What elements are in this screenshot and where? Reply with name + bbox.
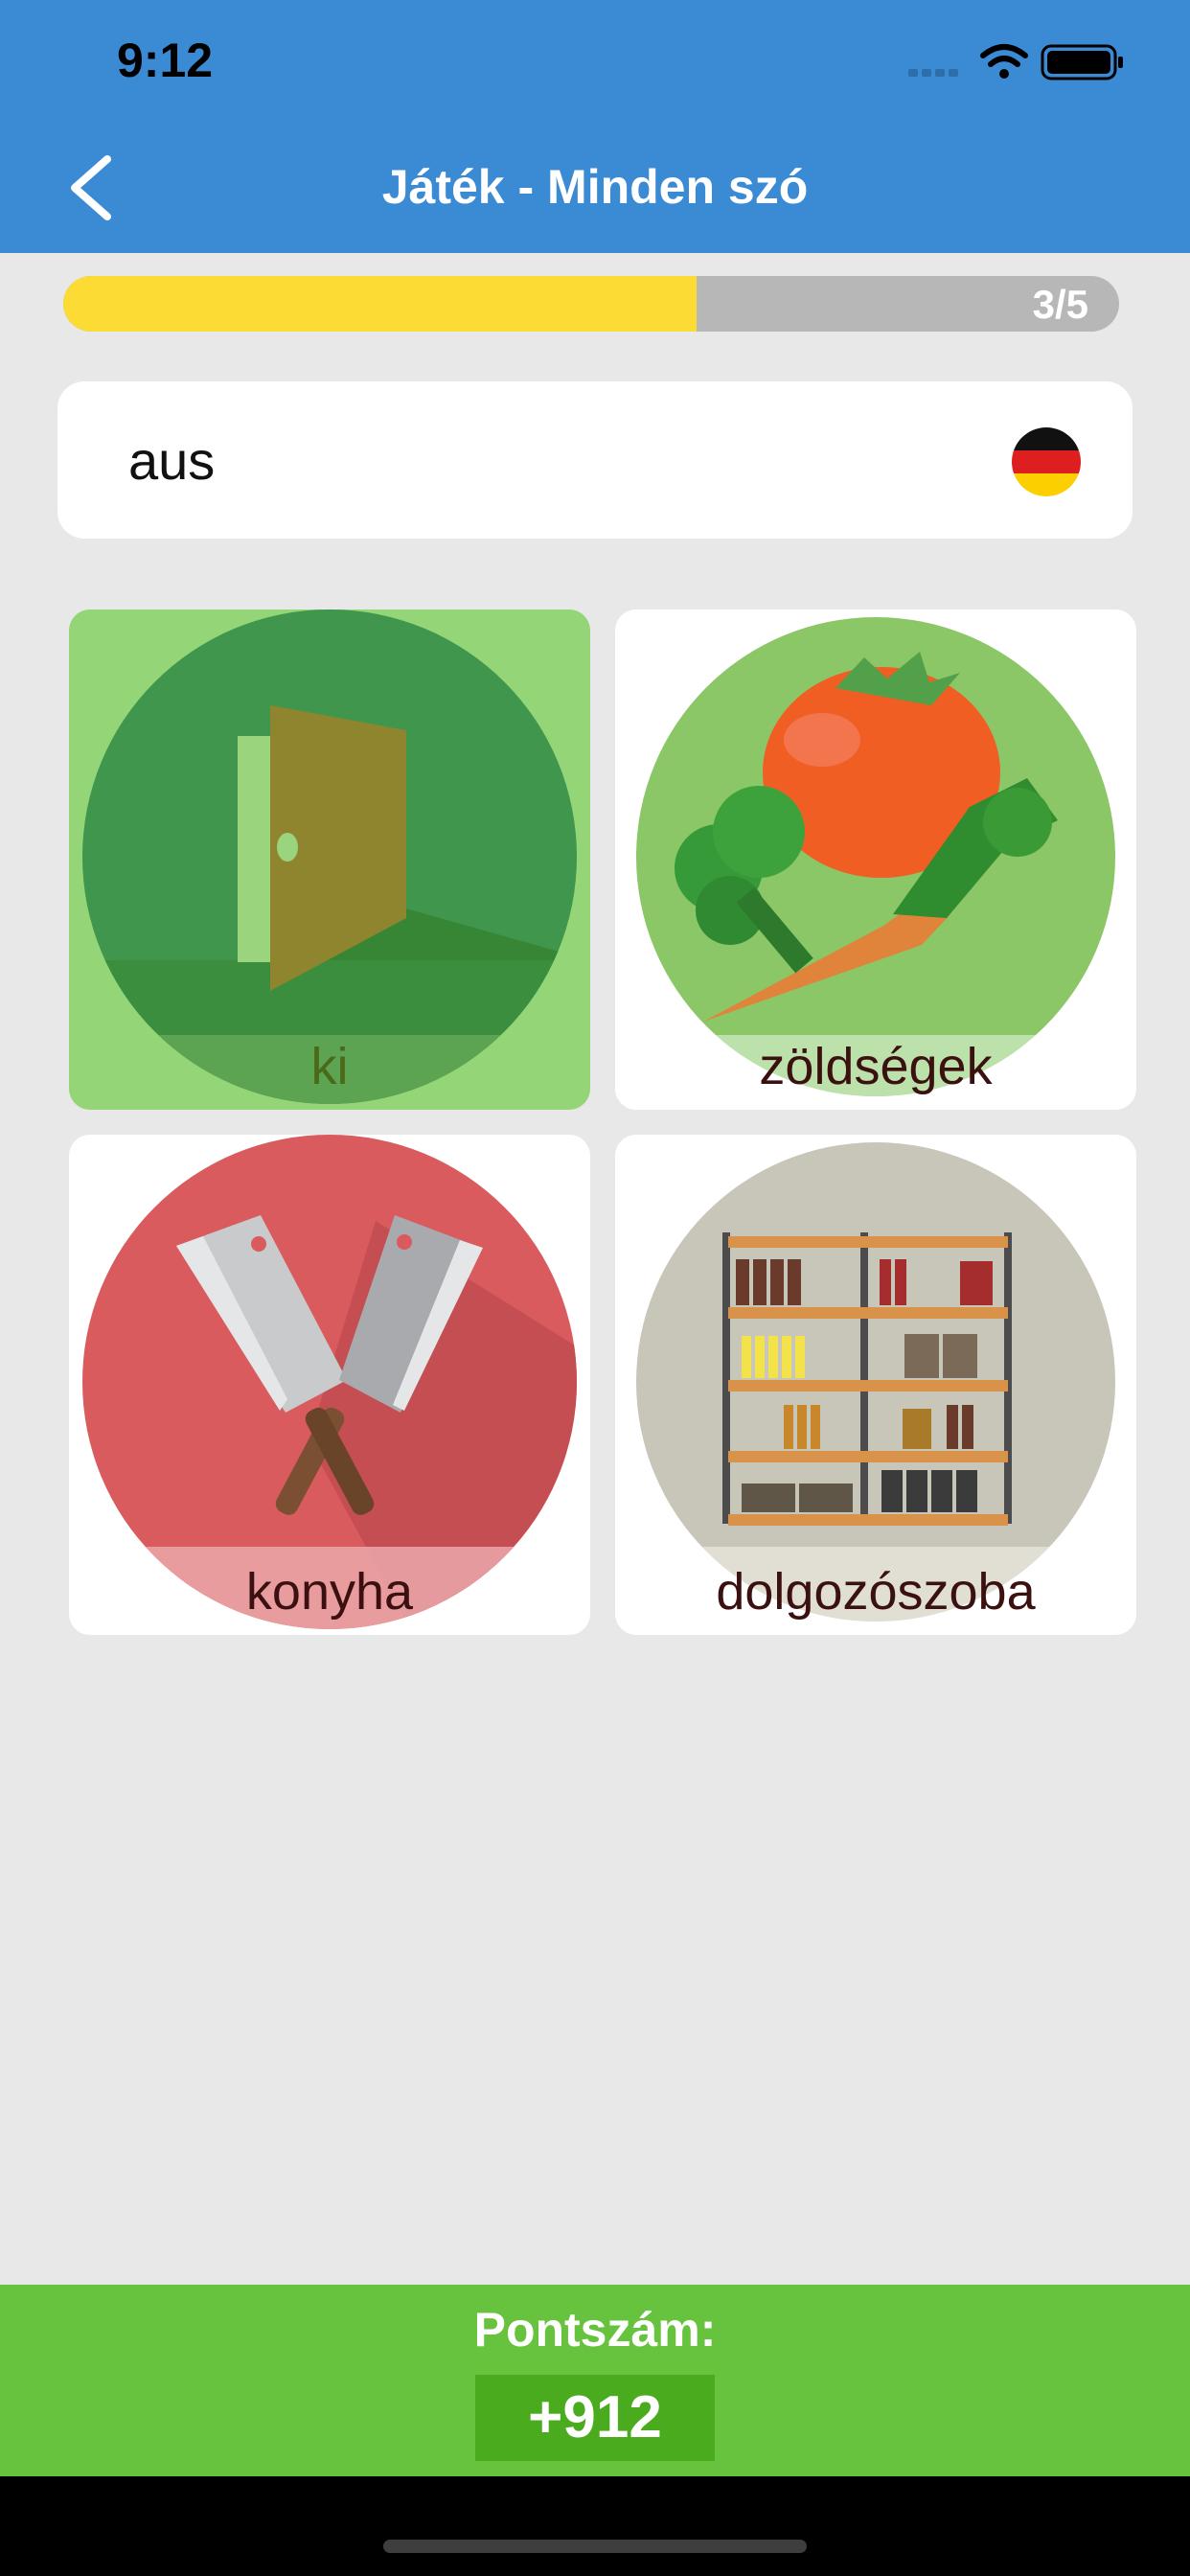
option-label: dolgozószoba	[716, 1563, 1036, 1621]
question-word: aus	[128, 430, 216, 491]
status-icons	[908, 44, 1123, 80]
score-bar: Pontszám: +912	[0, 2285, 1190, 2476]
progress-fill	[63, 276, 698, 332]
progress-label: 3/5	[1032, 282, 1088, 327]
progress-bar: 3/5	[63, 276, 1119, 332]
open-door-image	[82, 610, 577, 1104]
option-label: konyha	[245, 1563, 414, 1621]
score-value: +912	[475, 2375, 715, 2461]
option-card-dolgozoszoba[interactable]: dolgozószoba	[615, 1135, 1136, 1635]
page-title: Játék - Minden szó	[381, 160, 809, 214]
option-label: zöldségek	[759, 1038, 993, 1095]
home-area	[0, 2476, 1190, 2576]
option-card-ki[interactable]: ki	[69, 610, 590, 1110]
vegetables-image	[636, 617, 1115, 1096]
option-label: ki	[310, 1038, 349, 1095]
home-indicator[interactable]	[383, 2540, 807, 2553]
option-card-zoldsegek[interactable]: zöldségek	[615, 610, 1136, 1110]
germany-flag-icon	[1012, 427, 1081, 496]
signal-icon	[908, 69, 958, 77]
score-title: Pontszám:	[473, 2303, 717, 2357]
option-card-konyha[interactable]: konyha	[69, 1135, 590, 1635]
cleavers-image	[82, 1135, 577, 1629]
wifi-icon	[980, 44, 1028, 79]
bookshelf-image	[636, 1142, 1115, 1622]
word-card: aus	[57, 381, 1133, 539]
header: 9:12 Játék - Minden szó	[0, 0, 1190, 253]
battery-icon	[1041, 44, 1123, 80]
status-time: 9:12	[117, 34, 214, 87]
